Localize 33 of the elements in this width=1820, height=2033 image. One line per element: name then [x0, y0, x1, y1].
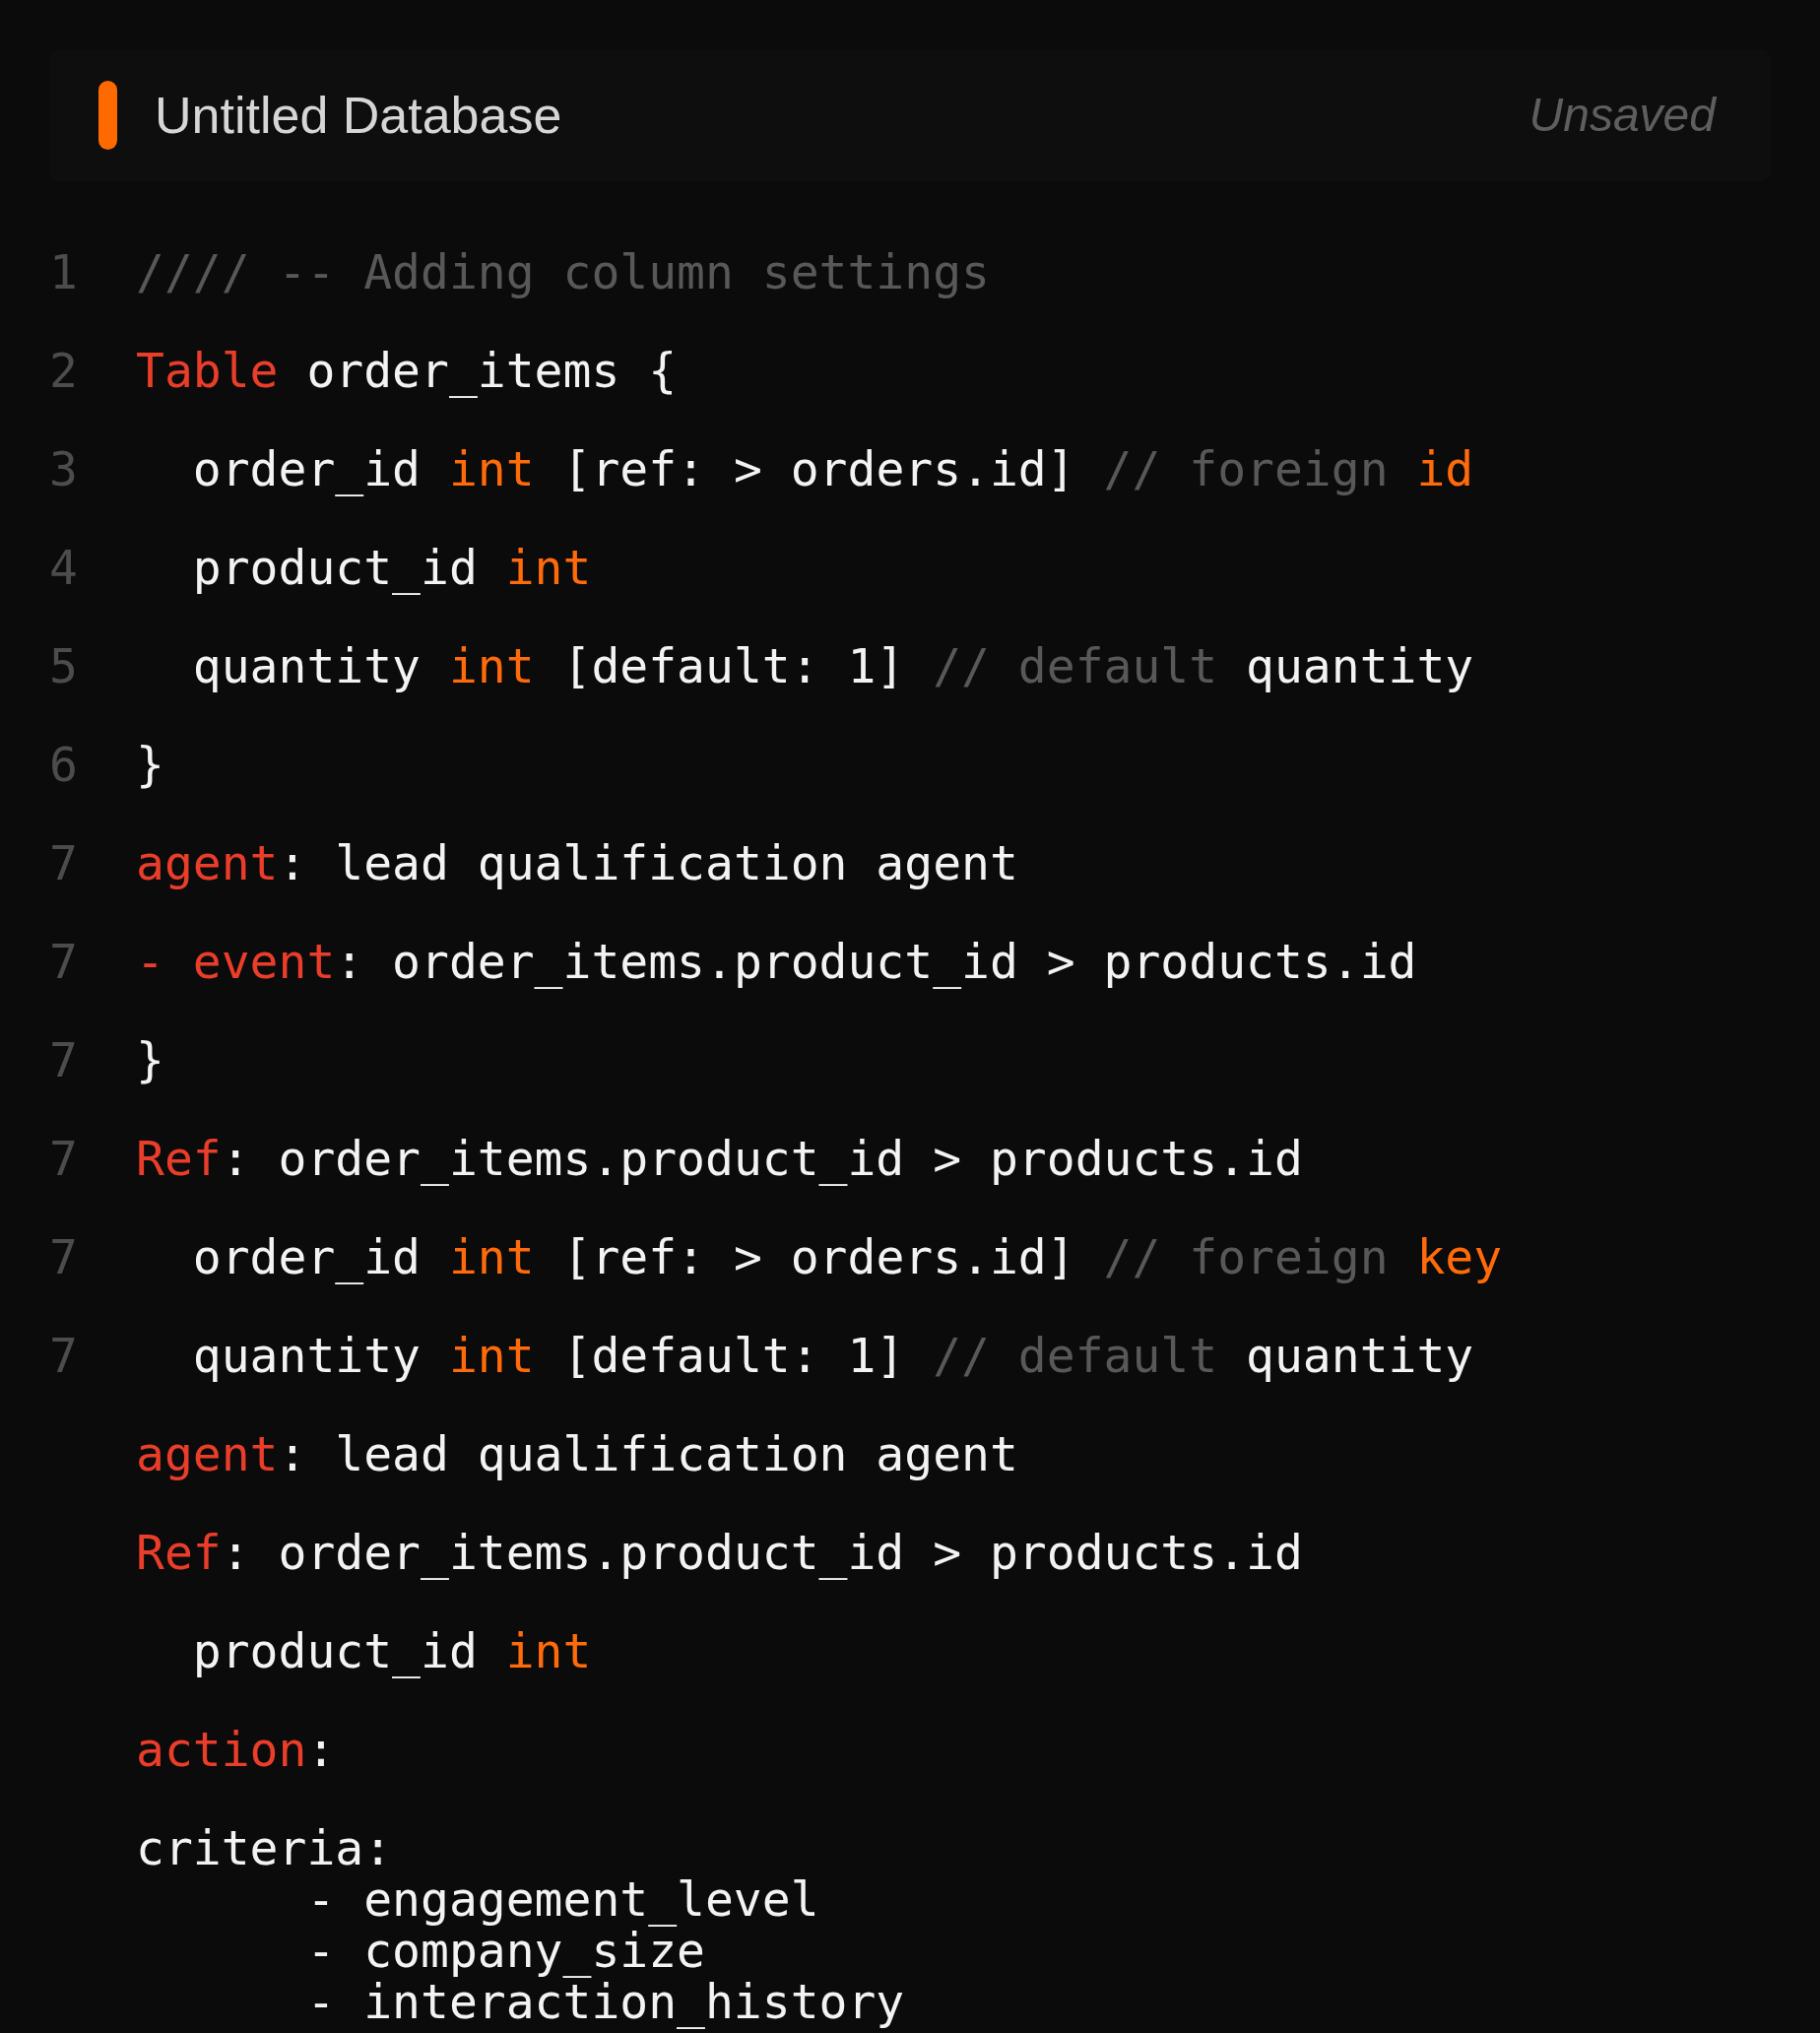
- status-pill-icon: [98, 81, 117, 150]
- line-number: 4: [49, 542, 78, 593]
- line-number: 5: [49, 640, 78, 691]
- line-number: 6: [49, 739, 78, 790]
- line-number: 7: [49, 837, 78, 888]
- line-number: 7: [49, 936, 78, 987]
- code-line: order_id int [ref: > orders.id] // foreign key: [191, 1231, 1503, 1282]
- code-line: product_id int: [191, 1625, 592, 1676]
- code-line: agent: lead qualification agent: [136, 1428, 1018, 1479]
- code-line: action:: [136, 1724, 336, 1775]
- code-line: Ref: order_items.product_id > products.id: [136, 1527, 1303, 1578]
- line-number: 2: [49, 345, 78, 396]
- code-line: Table order_items {: [136, 345, 678, 396]
- code-line: - event: order_items.product_id > products.id: [136, 936, 1417, 987]
- code-line: //// -- Adding column settings: [136, 246, 990, 297]
- line-number: 7: [49, 1133, 78, 1184]
- code-line: }: [136, 739, 164, 790]
- code-line: Ref: order_items.product_id > products.id: [136, 1133, 1303, 1184]
- code-line: agent: lead qualification agent: [136, 837, 1018, 888]
- code-line: }: [136, 1034, 164, 1085]
- line-number: 7: [49, 1231, 78, 1282]
- line-number: 3: [49, 443, 78, 494]
- code-line: quantity int [default: 1] // default quantity: [191, 640, 1474, 691]
- save-status: Unsaved: [1528, 92, 1716, 139]
- code-line: - engagement_level: [305, 1873, 819, 1925]
- line-number: 7: [49, 1034, 78, 1085]
- line-number: 1: [49, 246, 78, 297]
- code-line: criteria:: [136, 1822, 393, 1873]
- code-line: product_id int: [191, 542, 592, 593]
- database-title: Untitled Database: [155, 90, 562, 141]
- code-line: quantity int [default: 1] // default quantity: [191, 1330, 1474, 1381]
- line-number: 7: [49, 1330, 78, 1381]
- code-line: order_id int [ref: > orders.id] // foreign id: [191, 443, 1474, 494]
